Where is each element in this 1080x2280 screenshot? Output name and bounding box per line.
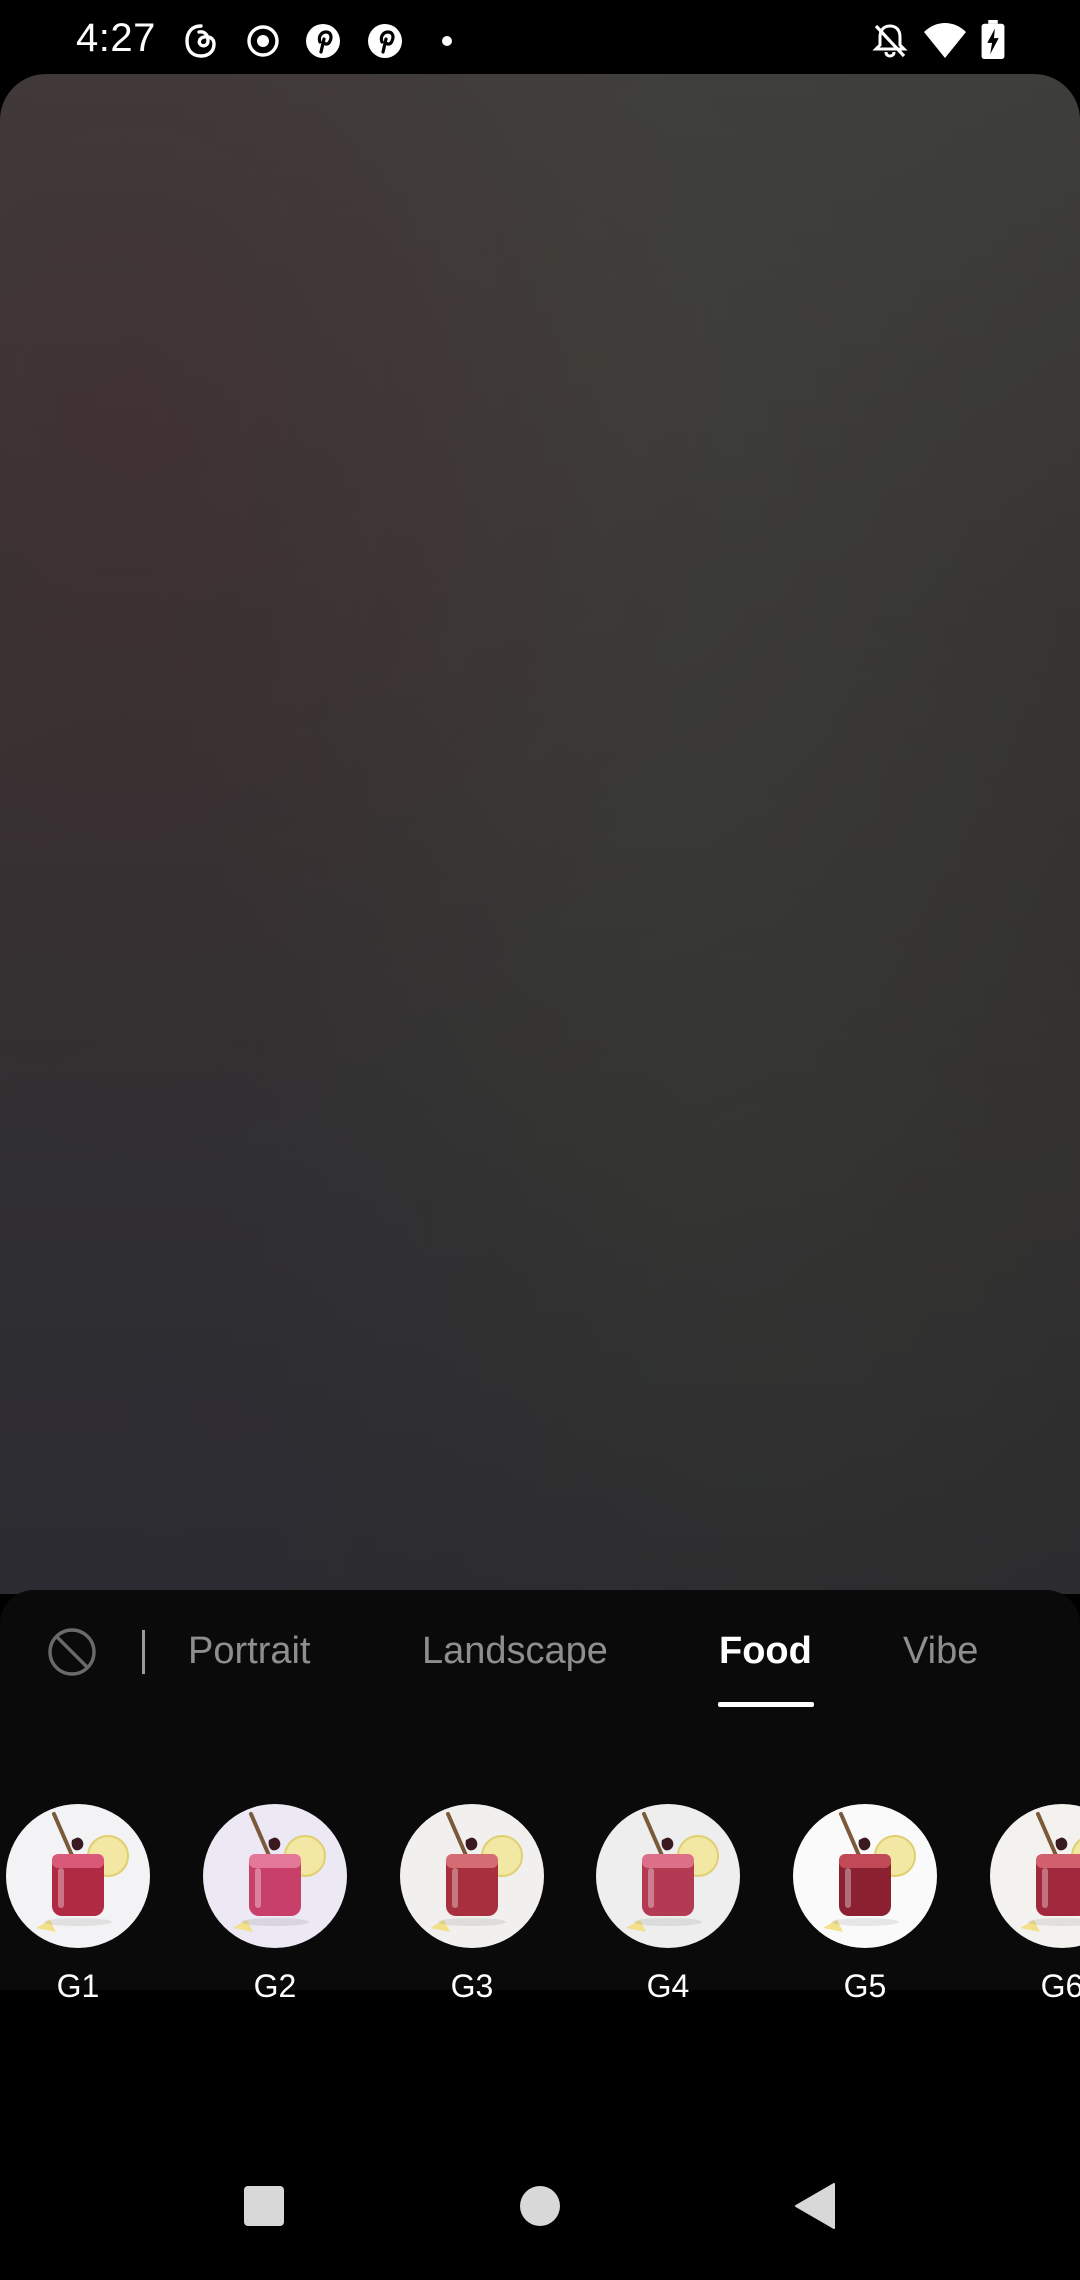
filter-panel: Portrait Landscape Food Vibe G1 G2 G3 G4… bbox=[0, 1590, 1080, 2004]
pinterest-icon bbox=[306, 24, 340, 58]
filter-label: G1 bbox=[56, 1968, 100, 2004]
drink-jar-image bbox=[400, 1804, 544, 1948]
back-icon[interactable] bbox=[792, 2182, 840, 2230]
camera-viewfinder[interactable] bbox=[0, 74, 1080, 1594]
filter-label: G3 bbox=[450, 1968, 494, 2004]
drink-jar-image bbox=[596, 1804, 740, 1948]
navigation-bar bbox=[0, 2130, 1080, 2280]
tab-divider bbox=[142, 1630, 145, 1674]
drink-jar-image bbox=[793, 1804, 937, 1948]
wifi-icon bbox=[924, 23, 966, 58]
record-icon bbox=[247, 25, 279, 57]
active-tab-indicator bbox=[718, 1702, 814, 1707]
bell-off-icon bbox=[872, 24, 908, 58]
pinterest-icon bbox=[368, 24, 402, 58]
filter-thumbnail-g4[interactable] bbox=[596, 1804, 740, 1948]
tab-portrait[interactable]: Portrait bbox=[188, 1630, 310, 1673]
threads-icon bbox=[185, 24, 216, 58]
tab-food[interactable]: Food bbox=[719, 1630, 812, 1673]
filter-thumbnail-g2[interactable] bbox=[203, 1804, 347, 1948]
drink-jar-image bbox=[6, 1804, 150, 1948]
filter-label: G6 bbox=[1040, 1968, 1080, 2004]
status-time: 4:27 bbox=[76, 16, 156, 60]
drink-jar-image bbox=[990, 1804, 1080, 1948]
battery-charging-icon bbox=[981, 20, 1005, 60]
tab-landscape[interactable]: Landscape bbox=[422, 1630, 608, 1673]
dot-icon bbox=[442, 36, 452, 46]
drink-jar-image bbox=[203, 1804, 347, 1948]
filter-label: G4 bbox=[646, 1968, 690, 2004]
filter-thumbnail-g6[interactable] bbox=[990, 1804, 1080, 1948]
status-bar: 4:27 bbox=[0, 0, 1080, 76]
filter-thumbnail-g5[interactable] bbox=[793, 1804, 937, 1948]
filter-label: G2 bbox=[253, 1968, 297, 2004]
filter-label: G5 bbox=[843, 1968, 887, 2004]
no-filter-icon[interactable] bbox=[46, 1626, 98, 1678]
tab-vibe[interactable]: Vibe bbox=[903, 1630, 978, 1673]
filter-thumbnail-g1[interactable] bbox=[6, 1804, 150, 1948]
filter-thumbnail-g3[interactable] bbox=[400, 1804, 544, 1948]
recents-icon[interactable] bbox=[240, 2182, 288, 2230]
home-icon[interactable] bbox=[516, 2182, 564, 2230]
